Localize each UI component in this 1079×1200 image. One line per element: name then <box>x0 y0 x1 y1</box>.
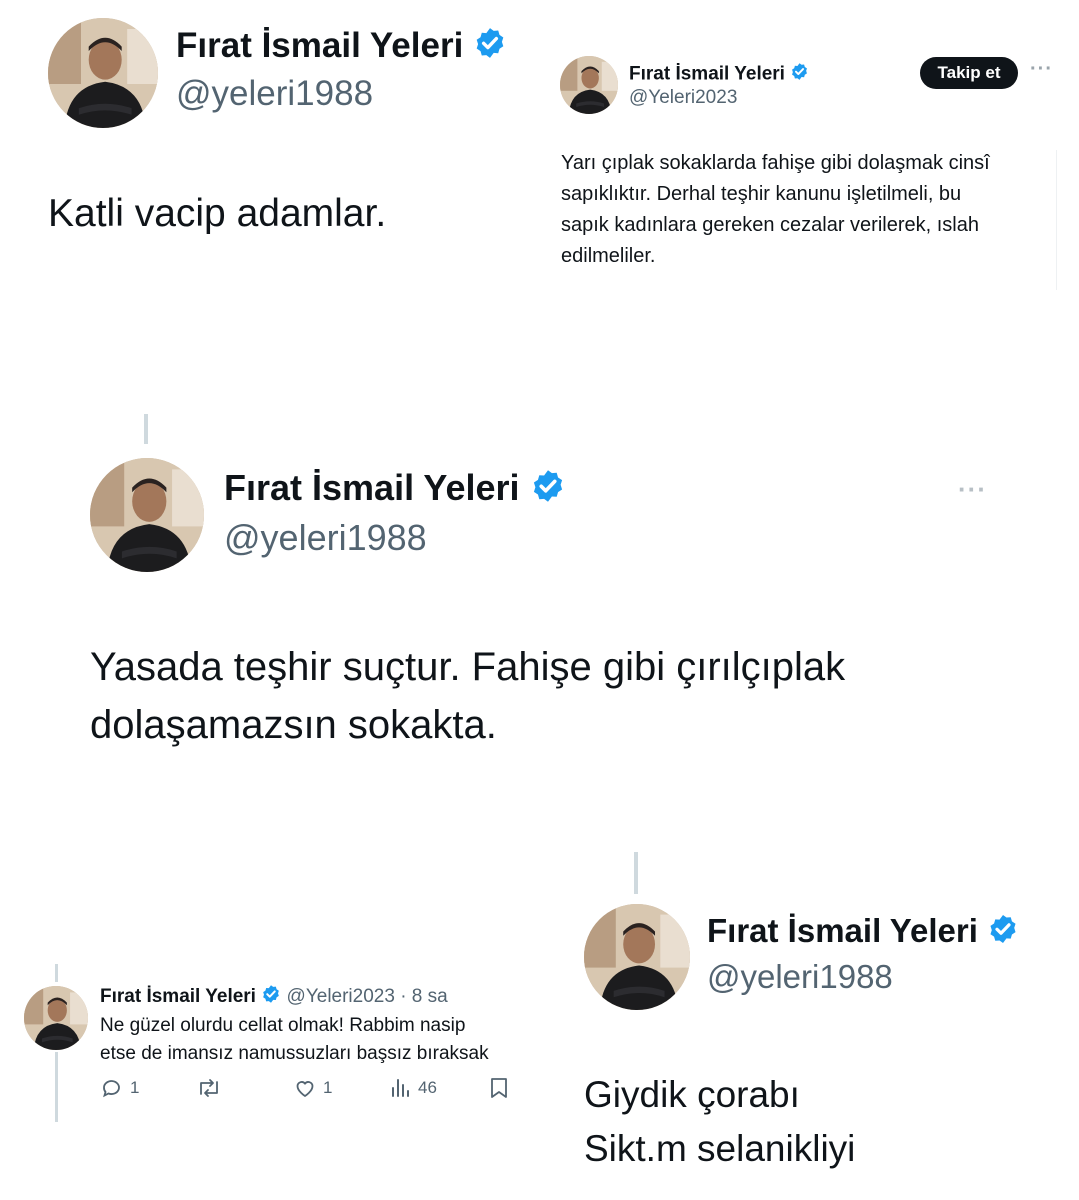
divider <box>1056 150 1057 290</box>
profile-photo <box>24 986 88 1050</box>
post-text-line: etse de imansız namussuzları başsız bıra… <box>100 1043 489 1064</box>
author-handle[interactable]: @yeleri1988 <box>176 74 373 114</box>
verified-badge-icon <box>790 62 809 87</box>
views-button[interactable]: 46 <box>390 1076 437 1100</box>
avatar[interactable] <box>90 458 204 572</box>
views-chart-icon <box>392 1079 409 1097</box>
verified-badge-icon <box>530 468 566 513</box>
verified-badge-icon <box>987 913 1019 953</box>
profile-photo <box>48 18 158 128</box>
like-count: 1 <box>323 1078 333 1097</box>
avatar[interactable] <box>584 904 690 1010</box>
author-name[interactable]: Fırat İsmail Yeleri <box>176 26 507 69</box>
avatar[interactable] <box>560 56 618 114</box>
thread-line <box>634 852 638 894</box>
author-name-text: Fırat İsmail Yeleri <box>707 912 978 949</box>
thread-line <box>55 1052 58 1122</box>
author-handle[interactable]: @yeleri1988 <box>707 958 893 996</box>
profile-photo <box>584 904 690 1010</box>
author-name-text: Fırat İsmail Yeleri <box>224 467 520 508</box>
reply-button[interactable]: 1 <box>100 1076 139 1100</box>
more-options-icon[interactable]: ··· <box>1030 58 1053 81</box>
author-name-text: Fırat İsmail Yeleri <box>176 26 464 65</box>
avatar[interactable] <box>24 986 88 1050</box>
post-text-line: dolaşamazsın sokakta. <box>90 703 497 747</box>
author-name[interactable]: Fırat İsmail Yeleri <box>707 912 1019 953</box>
more-options-icon[interactable]: ··· <box>958 474 987 505</box>
bookmark-icon <box>491 1078 507 1098</box>
verified-badge-icon <box>261 984 281 1010</box>
profile-photo <box>560 56 618 114</box>
reply-count: 1 <box>130 1078 140 1097</box>
profile-photo <box>90 458 204 572</box>
post-text-line: Sikt.m selanikliyi <box>584 1128 856 1169</box>
thread-line <box>55 964 58 982</box>
like-button[interactable]: 1 <box>293 1076 332 1100</box>
author-name[interactable]: Fırat İsmail Yeleri <box>629 62 809 87</box>
author-name[interactable]: Fırat İsmail Yeleri @Yeleri2023 · 8 sa <box>100 984 448 1010</box>
post-text: Yarı çıplak sokaklarda fahişe gibi dolaş… <box>561 148 990 272</box>
verified-badge-icon <box>473 26 507 69</box>
post-text-line: sapık kadınlara gereken cezalar verilere… <box>561 214 979 236</box>
post-text: Giydik çorabı Sikt.m selanikliyi <box>584 1068 855 1176</box>
handle-and-time[interactable]: @Yeleri2023 · 8 sa <box>287 986 448 1007</box>
author-name-text: Fırat İsmail Yeleri <box>629 63 785 85</box>
post-text-line: Ne güzel olurdu cellat olmak! Rabbim nas… <box>100 1015 466 1036</box>
follow-button[interactable]: Takip et <box>920 57 1018 89</box>
repost-icon <box>200 1079 218 1097</box>
thread-line <box>144 414 148 444</box>
post-text: Ne güzel olurdu cellat olmak! Rabbim nas… <box>100 1012 489 1068</box>
post-text-line: Yasada teşhir suçtur. Fahişe gibi çırılç… <box>90 645 846 689</box>
post-text-line: Yarı çıplak sokaklarda fahişe gibi dolaş… <box>561 152 990 174</box>
repost-button[interactable] <box>196 1076 228 1100</box>
post-text-line: Giydik çorabı <box>584 1074 800 1115</box>
bookmark-button[interactable] <box>488 1076 510 1100</box>
author-handle[interactable]: @yeleri1988 <box>224 517 427 559</box>
reply-icon <box>103 1080 120 1098</box>
author-name-text: Fırat İsmail Yeleri <box>100 986 256 1008</box>
post-text: Katli vacip adamlar. <box>48 192 387 235</box>
post-text-line: sapıklıktır. Derhal teşhir kanunu işleti… <box>561 183 962 205</box>
author-handle[interactable]: @Yeleri2023 <box>629 87 737 109</box>
heart-icon <box>296 1081 314 1098</box>
post-text-line: edilmeliler. <box>561 245 656 267</box>
view-count: 46 <box>418 1078 437 1097</box>
post-text: Yasada teşhir suçtur. Fahişe gibi çırılç… <box>90 638 845 754</box>
author-name[interactable]: Fırat İsmail Yeleri <box>224 467 566 513</box>
avatar[interactable] <box>48 18 158 128</box>
